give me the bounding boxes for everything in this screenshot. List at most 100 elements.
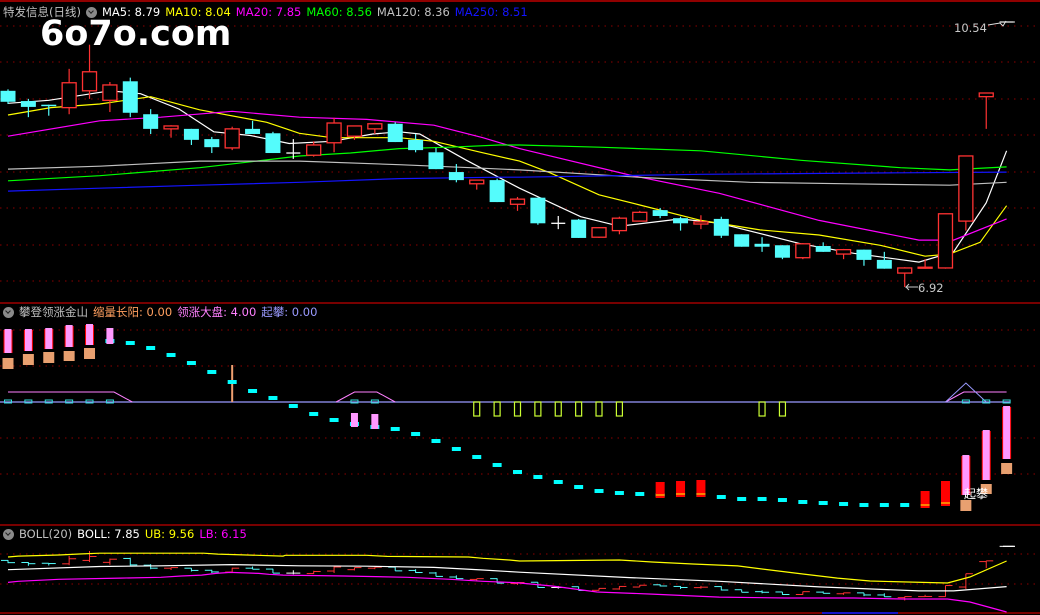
main-header: 特发信息(日线) MA5: 8.79 MA10: 8.04 MA20: 7.85…: [3, 5, 533, 19]
trend-dash: [594, 489, 604, 493]
candle-body-up: [346, 125, 363, 137]
trend-dash: [288, 404, 298, 408]
trend-dash: [513, 470, 522, 474]
candle-body-down: [41, 104, 57, 107]
candle-body-up: [611, 217, 628, 232]
trend-dash: [472, 455, 482, 459]
candle-body-up: [509, 198, 526, 205]
trend-dash: [533, 475, 543, 479]
trend-dash: [635, 492, 645, 496]
signal-box: [758, 401, 766, 417]
indicator-panel: [0, 324, 1013, 511]
signal-box: [534, 401, 542, 417]
pink-bar: [86, 324, 94, 345]
candle-body-up: [224, 128, 240, 149]
trend-dash: [390, 427, 400, 431]
candle-body-down: [652, 210, 668, 216]
ma250-label: MA250: 8.51: [454, 5, 528, 19]
trend-dash: [227, 380, 237, 384]
trend-dash: [859, 503, 869, 507]
indicator-item: 领涨大盘: 4.00: [177, 305, 257, 319]
candle-body-up: [897, 267, 913, 274]
trend-dash: [757, 497, 767, 501]
ma120-label: MA120: 8.36: [376, 5, 450, 19]
ma10-label: MA10: 8.04: [165, 5, 231, 19]
trend-dash: [207, 370, 217, 374]
orange-block: [2, 358, 14, 369]
candle-body-up: [978, 92, 994, 98]
trend-dash: [268, 396, 278, 400]
candle-body-down: [265, 133, 281, 154]
boll-item: UB: 9.56: [144, 527, 195, 541]
candle-body-down: [245, 128, 261, 134]
candle-body-down: [876, 259, 892, 269]
signal-box: [473, 401, 481, 417]
trend-dash: [411, 432, 421, 436]
candle-body-down: [734, 234, 750, 247]
trend-dash: [574, 485, 584, 489]
ma20-label: MA20: 7.85: [235, 5, 302, 19]
ma-line-ma20: [7, 110, 1007, 241]
pink-bar: [1003, 406, 1011, 459]
orange-block: [43, 352, 55, 363]
candle-body-up: [591, 227, 607, 238]
security-title: 特发信息(日线): [3, 5, 81, 19]
signal-box: [513, 401, 522, 417]
trend-dash: [329, 418, 339, 422]
chevron-down-icon[interactable]: [3, 528, 14, 540]
trend-dash: [818, 501, 828, 505]
trend-dash: [186, 361, 196, 365]
trend-dash: [879, 503, 889, 507]
pink-bar: [350, 413, 358, 427]
low-arrow: [904, 283, 918, 291]
candle-body-up: [632, 211, 648, 222]
trend-dash: [553, 480, 563, 484]
pink-bar: [371, 414, 379, 429]
candle-body-down: [815, 245, 831, 252]
boll-item: LB: 6.15: [199, 527, 247, 541]
low-price-label: 6.92: [918, 281, 944, 295]
high-price-label: 10.54: [954, 21, 987, 35]
candle-body-up: [958, 155, 974, 222]
indicator-header: 攀登领涨金山 缩量长阳: 0.00 领涨大盘: 4.00 起攀: 0.00: [3, 305, 322, 319]
watermark-logo: 6o7o.com: [40, 14, 232, 54]
ma60-label: MA60: 8.56: [306, 5, 372, 19]
candle-body-up: [917, 266, 933, 269]
ma5-label: MA5: 8.79: [101, 5, 161, 19]
candle-body-up: [937, 213, 954, 269]
trend-dash: [166, 353, 176, 357]
candle-body-up: [693, 221, 709, 225]
boll-header: BOLL(20) BOLL: 7.85 UB: 9.56 LB: 6.15: [3, 527, 252, 541]
candle-body-up: [367, 123, 383, 130]
trend-dash: [125, 341, 135, 345]
indicator-item: 起攀: 0.00: [261, 305, 318, 319]
red-block: [940, 481, 950, 506]
candle-body-down: [122, 81, 138, 113]
candle-body-down: [774, 245, 790, 258]
pink-bar: [106, 328, 114, 344]
candle-body-down: [387, 123, 403, 143]
candle-body-down: [143, 114, 159, 129]
chevron-down-icon[interactable]: [3, 306, 14, 318]
signal-box: [595, 401, 603, 417]
signal-box: [575, 401, 583, 417]
candle-body-up: [835, 249, 852, 255]
candle-body-up: [306, 144, 322, 156]
pink-bar: [982, 430, 990, 480]
candle-body-down: [0, 90, 16, 102]
pink-bar: [4, 329, 12, 353]
signal-box: [615, 401, 624, 417]
candle-body-down: [20, 101, 36, 107]
signal-label: 起攀: [964, 487, 989, 501]
chevron-down-icon[interactable]: [85, 6, 97, 18]
trend-dash: [614, 491, 624, 495]
candle-body-down: [530, 197, 546, 224]
candle-body-down: [673, 218, 689, 224]
pink-bar: [45, 328, 53, 349]
candle-body-down: [448, 172, 464, 181]
orange-block: [63, 351, 75, 361]
trend-dash: [492, 463, 502, 467]
candle-body-down: [489, 180, 505, 203]
indicator-item: 缩量长阳: 0.00: [93, 305, 173, 319]
candle-body-up: [81, 71, 98, 92]
